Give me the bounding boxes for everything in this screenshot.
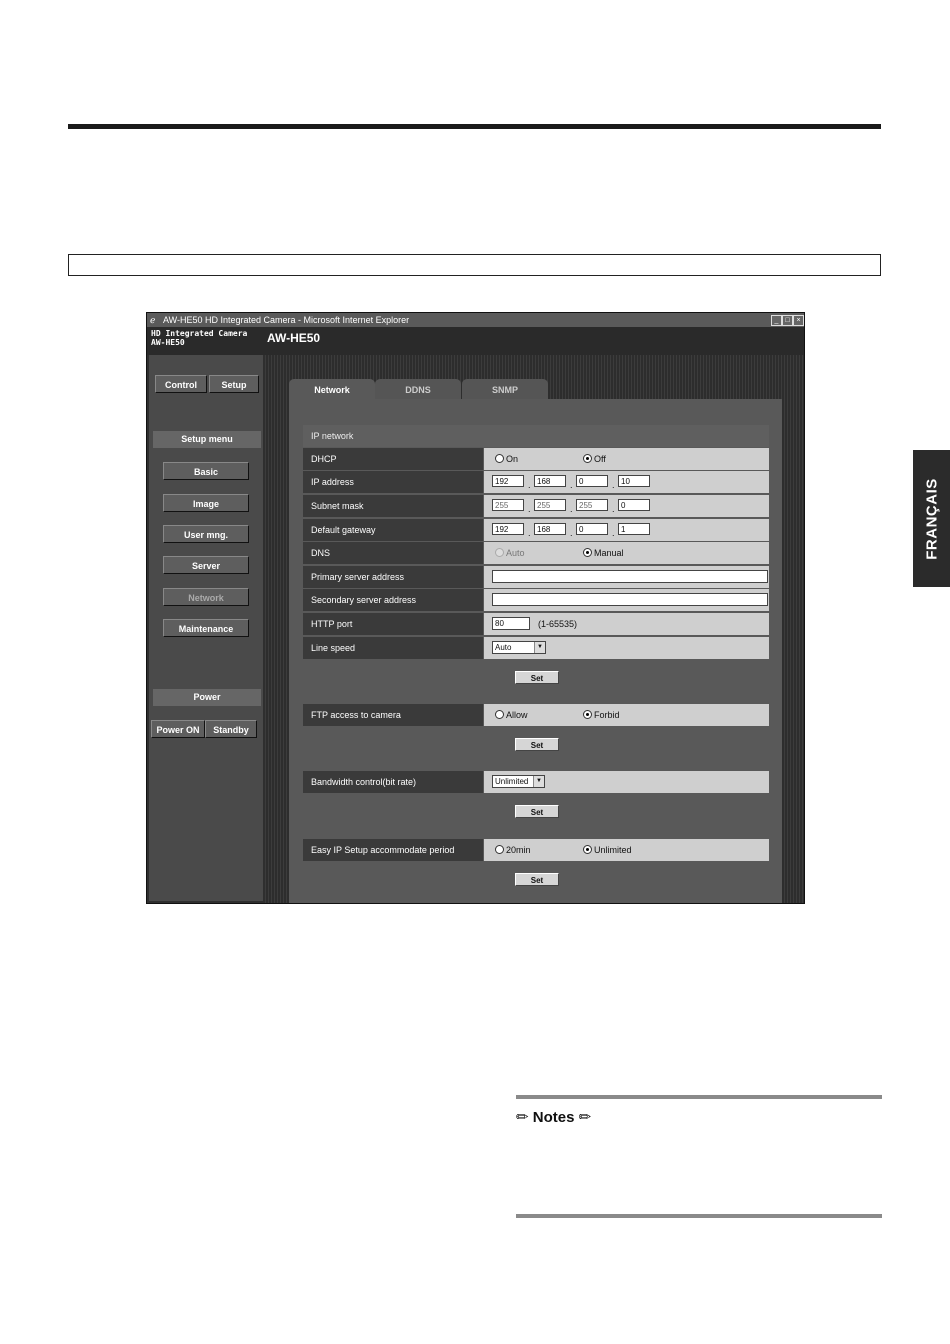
ftp-forbid-radio[interactable]: Forbid (583, 704, 620, 726)
secondary-dns-input[interactable] (492, 593, 768, 606)
menu-image[interactable]: Image (163, 494, 249, 512)
ip-octet-4[interactable]: 10 (618, 475, 650, 487)
secondary-dns-label: Secondary server address (303, 589, 483, 611)
default-gateway-label: Default gateway (303, 519, 483, 541)
network-settings-panel: IP network DHCP On Off IP address 192. 1… (289, 399, 782, 903)
tab-ddns[interactable]: DDNS (375, 379, 461, 399)
http-port-range: (1-65535) (538, 619, 578, 629)
caption-box (68, 254, 881, 276)
row-default-gateway: Default gateway 192. 168. 0. 1 (303, 519, 769, 541)
subnet-mask-label: Subnet mask (303, 495, 483, 517)
ip-octet-3[interactable]: 0 (576, 475, 608, 487)
brand-line-2: AW-HE50 (151, 338, 185, 347)
primary-dns-label: Primary server address (303, 566, 483, 588)
browser-window: ℯ AW-HE50 HD Integrated Camera - Microso… (146, 312, 805, 904)
http-port-input[interactable]: 80 (492, 617, 530, 630)
tab-snmp[interactable]: SNMP (462, 379, 548, 399)
subnet-octet-3[interactable]: 255 (576, 499, 608, 511)
camera-web-app: HD Integrated Camera AW-HE50 AW-HE50 Con… (147, 327, 804, 903)
pencil-icon: ✏ (578, 1109, 592, 1126)
row-easy-ip: Easy IP Setup accommodate period 20min U… (303, 839, 769, 861)
row-dns: DNS Auto Manual (303, 542, 769, 564)
close-button[interactable]: × (793, 315, 804, 326)
menu-maintenance[interactable]: Maintenance (163, 619, 249, 637)
chevron-down-icon: ▼ (533, 776, 544, 787)
set-button-bandwidth[interactable]: Set (515, 805, 559, 818)
primary-dns-input[interactable] (492, 570, 768, 583)
sidebar: Control Setup Setup menu Basic Image Use… (149, 355, 263, 901)
subnet-octet-4[interactable]: 0 (618, 499, 650, 511)
window-titlebar: ℯ AW-HE50 HD Integrated Camera - Microso… (147, 313, 804, 327)
dhcp-label: DHCP (303, 448, 483, 470)
row-dhcp: DHCP On Off (303, 448, 769, 470)
control-button[interactable]: Control (155, 375, 207, 393)
dns-label: DNS (303, 542, 483, 564)
notes-heading: ✏ Notes ✏ (516, 1108, 591, 1126)
dhcp-on-radio[interactable]: On (495, 448, 518, 470)
set-button-network[interactable]: Set (515, 671, 559, 684)
subnet-octet-2[interactable]: 255 (534, 499, 566, 511)
ie-icon: ℯ (150, 315, 156, 325)
dhcp-off-radio[interactable]: Off (583, 448, 606, 470)
ip-octet-2[interactable]: 168 (534, 475, 566, 487)
setup-button[interactable]: Setup (209, 375, 259, 393)
ftp-allow-radio[interactable]: Allow (495, 704, 528, 726)
http-port-label: HTTP port (303, 613, 483, 635)
chevron-down-icon: ▼ (534, 642, 545, 653)
power-on-button[interactable]: Power ON (151, 720, 205, 738)
set-button-easy-ip[interactable]: Set (515, 873, 559, 886)
easy-ip-20min-radio[interactable]: 20min (495, 839, 531, 861)
gateway-octet-1[interactable]: 192 (492, 523, 524, 535)
gateway-octet-2[interactable]: 168 (534, 523, 566, 535)
notes-bottom-rule (516, 1214, 882, 1218)
menu-user-mng[interactable]: User mng. (163, 525, 249, 543)
row-subnet-mask: Subnet mask 255. 255. 255. 0 (303, 495, 769, 517)
row-bandwidth: Bandwidth control(bit rate) Unlimited ▼ (303, 771, 769, 793)
row-http-port: HTTP port 80 (1-65535) (303, 613, 769, 635)
line-speed-label: Line speed (303, 637, 483, 659)
content-area: Network DDNS SNMP IP network DHCP On Off… (265, 355, 804, 903)
top-rule (68, 124, 881, 129)
brand-line-1: HD Integrated Camera (151, 329, 248, 338)
notes-top-rule (516, 1095, 882, 1099)
subnet-octet-1[interactable]: 255 (492, 499, 524, 511)
easy-ip-label: Easy IP Setup accommodate period (303, 839, 483, 861)
maximize-button[interactable]: □ (782, 315, 793, 326)
bandwidth-select[interactable]: Unlimited ▼ (492, 775, 545, 788)
language-tab: FRANÇAIS (913, 450, 950, 587)
section-ip-network: IP network (303, 425, 769, 447)
bandwidth-label: Bandwidth control(bit rate) (303, 771, 483, 793)
setup-menu-label: Setup menu (153, 431, 261, 448)
page-title: AW-HE50 (267, 331, 321, 345)
ip-address-label: IP address (303, 471, 483, 493)
tab-network[interactable]: Network (289, 379, 375, 399)
menu-network[interactable]: Network (163, 588, 249, 606)
row-ip-address: IP address 192. 168. 0. 10 (303, 471, 769, 493)
easy-ip-unlimited-radio[interactable]: Unlimited (583, 839, 632, 861)
dns-auto-radio[interactable]: Auto (495, 542, 525, 564)
standby-button[interactable]: Standby (205, 720, 257, 738)
set-button-ftp[interactable]: Set (515, 738, 559, 751)
row-primary-dns: Primary server address (303, 566, 769, 588)
gateway-octet-3[interactable]: 0 (576, 523, 608, 535)
dns-manual-radio[interactable]: Manual (583, 542, 624, 564)
app-header: HD Integrated Camera AW-HE50 AW-HE50 (147, 327, 804, 355)
language-tab-label: FRANÇAIS (923, 477, 940, 560)
window-title: AW-HE50 HD Integrated Camera - Microsoft… (163, 315, 410, 325)
minimize-button[interactable]: _ (771, 315, 782, 326)
ip-octet-1[interactable]: 192 (492, 475, 524, 487)
power-label: Power (153, 689, 261, 706)
line-speed-select[interactable]: Auto ▼ (492, 641, 546, 654)
row-ftp: FTP access to camera Allow Forbid (303, 704, 769, 726)
menu-server[interactable]: Server (163, 556, 249, 574)
row-secondary-dns: Secondary server address (303, 589, 769, 611)
gateway-octet-4[interactable]: 1 (618, 523, 650, 535)
notes-title: Notes (532, 1109, 575, 1126)
menu-basic[interactable]: Basic (163, 462, 249, 480)
pencil-icon: ✏ (516, 1109, 529, 1126)
row-line-speed: Line speed Auto ▼ (303, 637, 769, 659)
ftp-label: FTP access to camera (303, 704, 483, 726)
